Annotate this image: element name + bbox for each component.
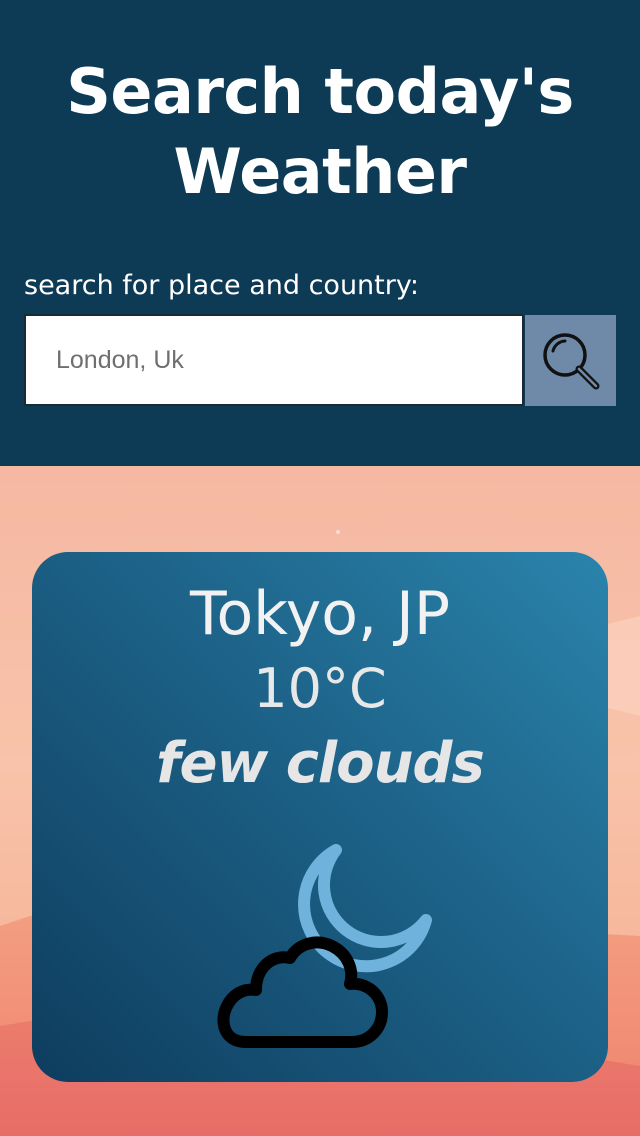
weather-description: few clouds xyxy=(156,731,485,796)
temperature: 10°C xyxy=(253,657,387,720)
magnifier-icon xyxy=(542,332,599,389)
title-line-1: Search today's xyxy=(66,55,574,128)
search-label: search for place and country: xyxy=(24,270,419,301)
location-name: Tokyo, JP xyxy=(189,579,450,649)
search-button[interactable] xyxy=(525,315,616,406)
night-cloud-icon xyxy=(217,844,432,1048)
search-header: Search today's Weather search for place … xyxy=(0,0,640,466)
page-title: Search today's Weather xyxy=(0,52,640,212)
search-input[interactable] xyxy=(24,314,524,406)
title-line-2: Weather xyxy=(173,135,467,208)
weather-app: Search today's Weather search for place … xyxy=(0,0,640,1136)
